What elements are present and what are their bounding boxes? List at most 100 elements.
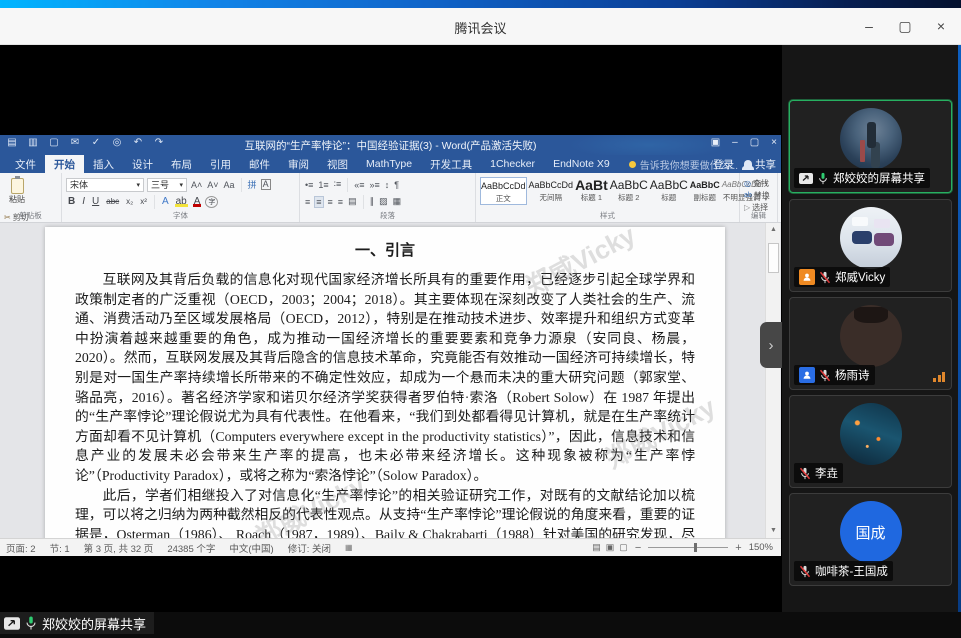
lightbulb-icon [629,161,636,168]
style-normal[interactable]: AaBbCcDd正文 [480,177,527,205]
grow-font-icon[interactable]: A˄ [190,180,203,190]
read-mode-icon[interactable]: ▤ [592,542,601,553]
style-heading2[interactable]: AaBbC标题 2 [610,177,648,205]
strikethrough-button[interactable]: abc [104,197,121,206]
sort-icon[interactable]: ↕ [384,180,391,190]
tab-insert[interactable]: 插入 [84,155,123,173]
collapse-sidebar-handle[interactable]: › [760,322,782,368]
participant-name: 杨雨诗 [835,367,870,383]
multilevel-list-icon[interactable]: ∶≡ [333,179,343,190]
shrink-font-icon[interactable]: A˅ [206,180,219,190]
status-track-changes[interactable]: 修订: 关闭 [288,541,331,555]
tab-mathtype[interactable]: MathType [357,155,421,173]
tab-1checker[interactable]: 1Checker [481,155,544,173]
tab-view[interactable]: 视图 [318,155,357,173]
zoom-level[interactable]: 150% [749,542,773,553]
borders-icon[interactable]: ▦ [392,196,403,207]
sign-in-button[interactable]: 登录 [713,157,734,172]
status-page-surface[interactable]: 页面: 2 [6,541,36,555]
tab-layout[interactable]: 布局 [162,155,201,173]
tab-home[interactable]: 开始 [45,155,84,173]
document-canvas[interactable]: 一、引言 互联网及其背后负载的信息化对现代国家经济增长所具有的重要作用，已经逐步… [0,223,781,538]
bullets-icon[interactable]: •≡ [304,180,314,190]
avatar [840,207,902,269]
change-case-icon[interactable]: Aa [223,180,236,190]
tab-mailings[interactable]: 邮件 [240,155,279,173]
italic-button[interactable]: I [80,196,87,207]
zoom-out-button[interactable]: − [635,542,641,554]
align-right-icon[interactable]: ≡ [327,197,334,207]
font-name-combo[interactable]: 宋体▾ [66,178,144,192]
underline-button[interactable]: U [90,196,101,207]
styles-group: AaBbCcDd正文 AaBbCcDd无间隔 AaBt标题 1 AaBbC标题 … [476,173,740,222]
minimize-button[interactable]: – [855,14,883,38]
web-layout-icon[interactable]: ▢ [619,542,628,553]
zoom-slider-thumb[interactable] [694,543,697,552]
style-title[interactable]: AaBbC标题 [650,177,688,205]
word-statusbar: 页面: 2 节: 1 第 3 页, 共 32 页 24385 个字 中文(中国)… [0,538,781,556]
close-button[interactable]: × [927,14,955,38]
participant-tile[interactable]: 国成 咖啡茶-王国成 [789,493,952,586]
scroll-down-icon[interactable]: ▼ [766,524,781,538]
avatar-initials: 国成 [840,501,902,563]
zoom-slider[interactable] [648,547,728,548]
maximize-button[interactable]: ▢ [891,14,919,38]
style-subtitle[interactable]: AaBbC副标题 [690,177,720,205]
paste-button[interactable]: 粘贴 [4,176,30,210]
document-scrollbar[interactable]: ▲ ▼ [765,223,780,538]
zoom-in-button[interactable]: + [735,542,741,554]
superscript-button[interactable]: x² [138,197,149,206]
scroll-up-icon[interactable]: ▲ [766,223,781,237]
tab-developer[interactable]: 开发工具 [421,155,481,173]
numbering-icon[interactable]: 1≡ [317,180,329,190]
document-page[interactable]: 一、引言 互联网及其背后负载的信息化对现代国家经济增长所具有的重要作用，已经逐步… [45,227,725,538]
text-effects-icon[interactable]: A [160,196,171,207]
style-heading1[interactable]: AaBt标题 1 [575,177,608,205]
subscript-button[interactable]: x₂ [124,197,135,206]
print-layout-icon[interactable]: ▣ [606,542,615,553]
host-badge-icon [799,269,815,285]
status-word-count[interactable]: 24385 个字 [167,541,215,555]
participant-tile[interactable]: 李垚 [789,395,952,488]
status-section[interactable]: 节: 1 [50,541,70,555]
char-border-icon[interactable]: A [261,179,271,190]
highlight-color-icon[interactable]: ab [174,196,189,207]
word-minimize-button[interactable]: – [732,137,738,148]
meeting-titlebar[interactable]: 腾讯会议 – ▢ × [0,8,961,45]
increase-indent-icon[interactable]: »≡ [369,180,381,190]
line-spacing-icon[interactable]: ∥ [369,196,376,207]
show-marks-icon[interactable]: ¶ [393,180,400,190]
participant-tile[interactable]: 杨雨诗 [789,297,952,390]
distribute-icon[interactable]: ▤ [347,196,358,207]
find-button[interactable]: ◎查找 [744,178,773,189]
font-size-combo[interactable]: 三号▾ [147,178,187,192]
tab-references[interactable]: 引用 [201,155,240,173]
scrollbar-thumb[interactable] [768,243,779,273]
tab-design[interactable]: 设计 [123,155,162,173]
word-restore-button[interactable]: ▢ [750,137,759,148]
pinyin-icon[interactable]: 拼 [247,178,258,191]
ribbon-options-icon[interactable]: ▣ [711,137,720,148]
tab-endnote[interactable]: EndNote X9 [544,155,619,173]
decrease-indent-icon[interactable]: «≡ [353,180,365,190]
justify-icon[interactable]: ≡ [337,197,344,207]
replace-button[interactable]: ab替换 [744,190,773,201]
enclose-char-icon[interactable]: 字 [205,196,218,208]
participant-tile[interactable]: 郑姣姣的屏幕共享 [789,100,952,193]
bold-button[interactable]: B [66,196,77,207]
style-no-spacing[interactable]: AaBbCcDd无间隔 [529,177,574,205]
align-left-icon[interactable]: ≡ [304,197,311,207]
status-page-info[interactable]: 第 3 页, 共 32 页 [84,541,154,555]
mic-on-icon [24,615,38,631]
tab-file[interactable]: 文件 [6,155,45,173]
status-language[interactable]: 中文(中国) [229,541,273,555]
word-close-button[interactable]: × [771,137,777,148]
tab-review[interactable]: 审阅 [279,155,318,173]
shading-icon[interactable]: ▨ [378,196,389,207]
participant-tile[interactable]: 郑威Vicky [789,199,952,292]
align-center-icon[interactable]: ≡ [314,196,323,208]
word-share-button[interactable]: 共享 [744,157,776,172]
macro-record-icon[interactable]: ▦ [345,543,353,552]
font-color-icon[interactable]: A [192,196,203,207]
meeting-window: 腾讯会议 – ▢ × ▤ ▥ ▢ ✉ ✓ ◎ ↶ ↷ 互联网的“生产率悖论”：中… [0,0,961,638]
